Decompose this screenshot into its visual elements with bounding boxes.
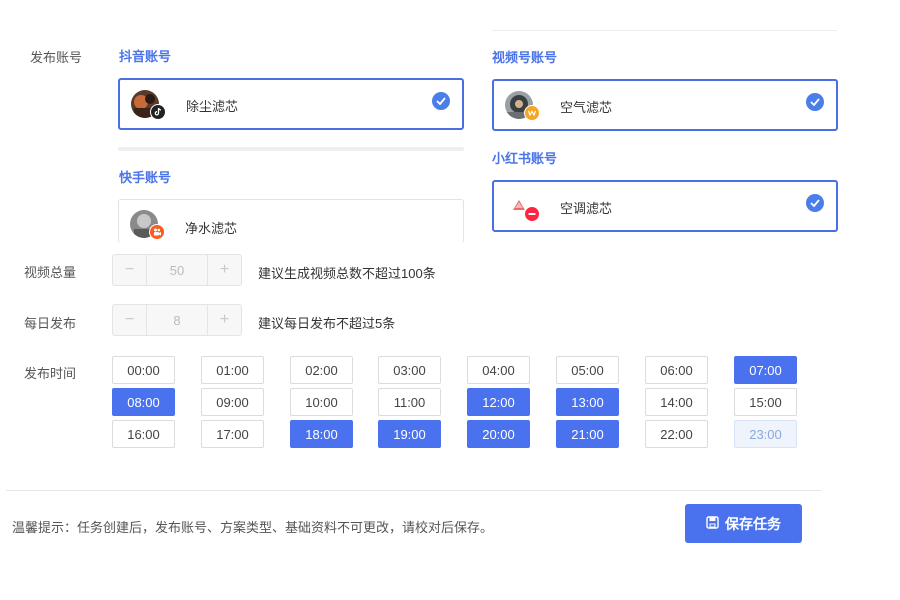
save-disk-icon (706, 515, 719, 532)
xiaohongshu-section-title: 小红书账号 (492, 151, 558, 166)
video-total-hint: 建议生成视频总数不超过100条 (258, 266, 436, 281)
time-slot-0500[interactable]: 05:00 (556, 356, 619, 384)
time-slot-0400[interactable]: 04:00 (467, 356, 530, 384)
time-slot-0100[interactable]: 01:00 (201, 356, 264, 384)
daily-publish-stepper[interactable]: − 8 + (112, 304, 242, 336)
time-slot-2300: 23:00 (734, 420, 797, 448)
card-scroll-divider (118, 147, 464, 151)
increment-button[interactable]: + (208, 305, 241, 335)
time-slot-0300[interactable]: 03:00 (378, 356, 441, 384)
time-slot-0600[interactable]: 06:00 (645, 356, 708, 384)
douyin-logo-icon (150, 104, 166, 120)
time-slot-0000[interactable]: 00:00 (112, 356, 175, 384)
check-circle-icon (806, 93, 824, 111)
check-circle-icon (806, 194, 824, 212)
decrement-button[interactable]: − (113, 255, 146, 285)
daily-publish-value[interactable]: 8 (146, 305, 208, 335)
account-name-shipinhao: 空气滤芯 (560, 100, 613, 115)
account-card-kuaishou[interactable]: 净水滤芯 (118, 199, 464, 243)
decrement-button[interactable]: − (113, 305, 146, 335)
check-circle-icon (432, 92, 450, 110)
time-slot-1600[interactable]: 16:00 (112, 420, 175, 448)
time-slot-grid: 00:00 01:00 02:00 03:00 04:00 05:00 06:00 07:00… (112, 356, 802, 456)
account-name-kuaishou: 净水滤芯 (185, 221, 238, 236)
time-slot-1200[interactable]: 12:00 (467, 388, 530, 416)
publish-time-label: 发布时间 (24, 366, 77, 381)
account-card-shipinhao[interactable]: 空气滤芯 (492, 79, 838, 131)
video-total-stepper[interactable]: − 50 + (112, 254, 242, 286)
account-card-xiaohongshu[interactable]: 空调滤芯 (492, 180, 838, 232)
save-task-label: 保存任务 (725, 515, 781, 532)
time-slot-1500[interactable]: 15:00 (734, 388, 797, 416)
xiaohongshu-logo-icon (524, 206, 540, 222)
warning-tip: 温馨提示：任务创建后，发布账号、方案类型、基础资料不可更改，请校对后保存。 (12, 520, 494, 535)
douyin-section-title: 抖音账号 (119, 49, 172, 64)
time-slot-0200[interactable]: 02:00 (290, 356, 353, 384)
video-total-label: 视频总量 (24, 265, 77, 280)
time-slot-2000[interactable]: 20:00 (467, 420, 530, 448)
shipinhao-logo-icon (524, 105, 540, 121)
kuaishou-section-title: 快手账号 (119, 170, 172, 185)
shipinhao-section-title: 视频号账号 (492, 50, 558, 65)
time-slot-0800[interactable]: 08:00 (112, 388, 175, 416)
daily-publish-hint: 建议每日发布不超过5条 (258, 316, 396, 331)
account-name-douyin: 除尘滤芯 (186, 99, 239, 114)
footer-divider (6, 490, 821, 491)
account-card-douyin[interactable]: 除尘滤芯 (118, 78, 464, 130)
time-slot-1000[interactable]: 10:00 (290, 388, 353, 416)
time-slot-1800[interactable]: 18:00 (290, 420, 353, 448)
time-slot-2200[interactable]: 22:00 (645, 420, 708, 448)
time-slot-1700[interactable]: 17:00 (201, 420, 264, 448)
top-divider (492, 30, 837, 31)
time-slot-1300[interactable]: 13:00 (556, 388, 619, 416)
time-slot-2100[interactable]: 21:00 (556, 420, 619, 448)
daily-publish-label: 每日发布 (24, 316, 77, 331)
time-slot-0700[interactable]: 07:00 (734, 356, 797, 384)
time-slot-1100[interactable]: 11:00 (378, 388, 441, 416)
account-name-xiaohongshu: 空调滤芯 (560, 201, 613, 216)
publish-account-label: 发布账号 (30, 50, 83, 65)
kuaishou-logo-icon (149, 224, 165, 240)
increment-button[interactable]: + (208, 255, 241, 285)
save-task-button[interactable]: 保存任务 (685, 504, 802, 543)
video-total-value[interactable]: 50 (146, 255, 208, 285)
time-slot-1400[interactable]: 14:00 (645, 388, 708, 416)
time-slot-1900[interactable]: 19:00 (378, 420, 441, 448)
time-slot-0900[interactable]: 09:00 (201, 388, 264, 416)
